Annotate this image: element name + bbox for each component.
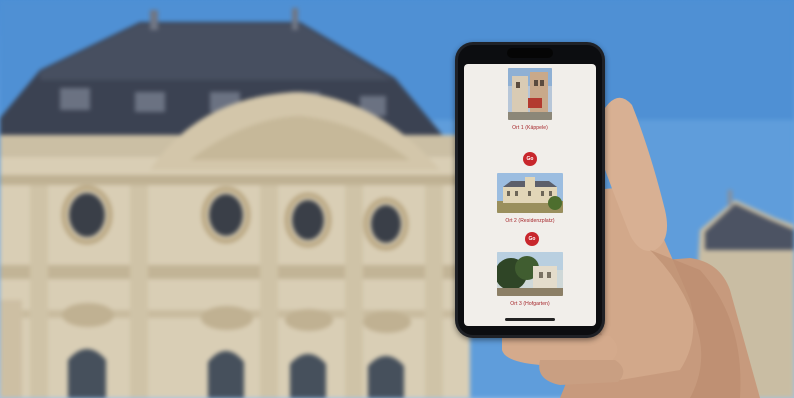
home-indicator xyxy=(505,318,555,321)
station-label-3[interactable]: Ort 3 (Hofgarten) xyxy=(464,301,596,307)
street-photo-icon xyxy=(508,68,552,120)
smartphone: Ort 1 (Käppele) Go Ort 2 (Residenzplatz)… xyxy=(455,42,605,338)
go-connector-2[interactable]: Go xyxy=(525,232,539,246)
go-connector-1[interactable]: Go xyxy=(523,152,537,166)
garden-photo-icon xyxy=(497,252,563,296)
palace-photo-icon xyxy=(497,173,563,213)
station-card-1[interactable]: Ort 1 (Käppele) xyxy=(464,68,596,131)
station-card-2[interactable]: Ort 2 (Residenzplatz) xyxy=(464,173,596,224)
camera-notch xyxy=(507,48,553,58)
station-label-2[interactable]: Ort 2 (Residenzplatz) xyxy=(464,218,596,224)
phone-screen: Ort 1 (Käppele) Go Ort 2 (Residenzplatz)… xyxy=(464,64,596,326)
station-label-1[interactable]: Ort 1 (Käppele) xyxy=(464,125,596,131)
hand-illustration xyxy=(502,97,760,398)
station-card-3[interactable]: Ort 3 (Hofgarten) xyxy=(464,252,596,307)
photo-scene: Ort 1 (Käppele) Go Ort 2 (Residenzplatz)… xyxy=(0,0,794,398)
